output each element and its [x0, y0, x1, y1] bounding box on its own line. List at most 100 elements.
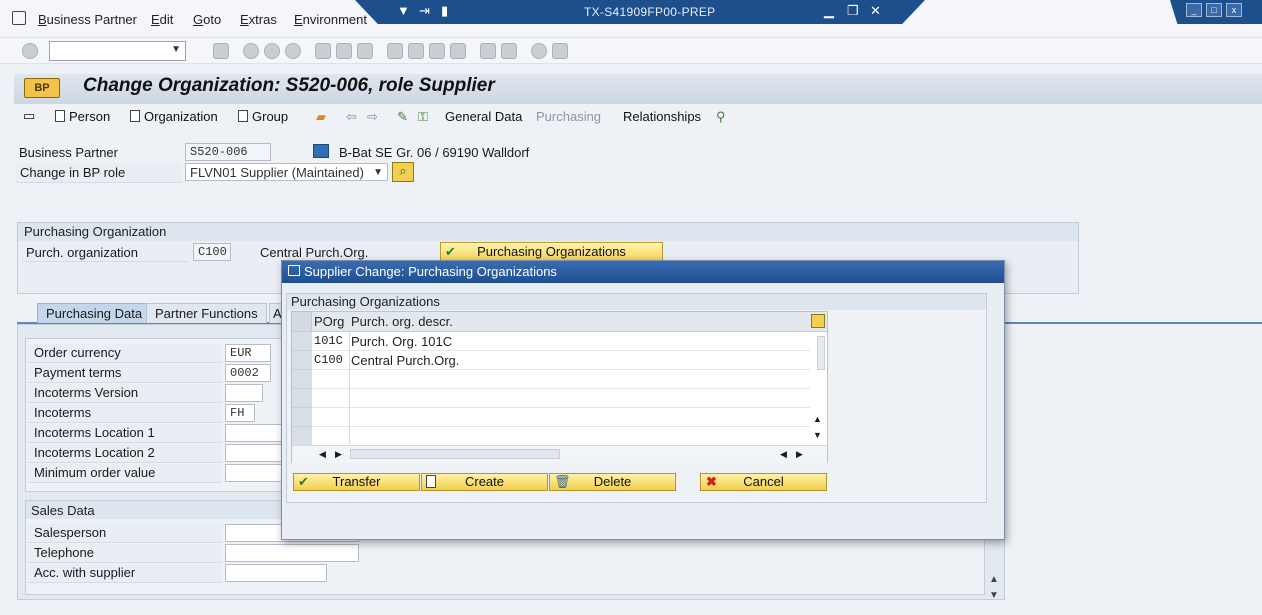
command-field[interactable]: ▼ — [49, 41, 186, 61]
tab-purchasing-data[interactable]: Purchasing Data — [37, 303, 152, 323]
print-icon[interactable] — [315, 43, 331, 59]
edit-toggle-icon[interactable]: ✎ — [397, 109, 408, 125]
organization-button[interactable]: Organization — [130, 109, 218, 124]
select-all-cell[interactable] — [292, 312, 312, 331]
table-row[interactable]: 101C Purch. Org. 101C — [312, 332, 810, 351]
menu-environment[interactable]: Environment — [294, 12, 367, 27]
business-partner-field[interactable]: S520-006 — [185, 143, 271, 161]
relationship-icon[interactable]: ⚲ — [716, 109, 726, 125]
bp-role-label: Change in BP role — [20, 165, 126, 180]
row-selector[interactable] — [292, 351, 312, 370]
next-page-icon[interactable] — [429, 43, 445, 59]
row-selector[interactable] — [292, 370, 312, 389]
purchasing-field-input[interactable] — [225, 464, 285, 482]
table-row[interactable] — [312, 370, 810, 389]
first-page-icon[interactable] — [387, 43, 403, 59]
bp-role-select[interactable]: FLVN01 Supplier (Maintained) ▼ — [185, 163, 388, 181]
toggle-icon[interactable]: ▭ — [23, 108, 35, 124]
menu-edit[interactable]: Edit — [151, 12, 173, 27]
menu-extras[interactable]: Extras — [240, 12, 277, 27]
shortcut-icon[interactable] — [501, 43, 517, 59]
table-row[interactable] — [312, 427, 810, 446]
purchasing-field-input[interactable] — [225, 424, 285, 442]
scroll-right-icon[interactable]: ▶ — [335, 449, 342, 460]
outer-minimize-icon[interactable]: _ — [1186, 3, 1202, 17]
group-button[interactable]: Group — [238, 109, 288, 124]
row-selector[interactable] — [292, 408, 312, 427]
arrow-right-icon[interactable]: ⇨ — [367, 109, 378, 125]
vertical-scroll-thumb[interactable] — [817, 336, 825, 370]
table-row[interactable] — [312, 389, 810, 408]
chevron-down-icon[interactable]: ▼ — [171, 44, 181, 55]
open-folder-icon[interactable]: ▰ — [316, 109, 326, 125]
chevron-down-icon[interactable]: ▼ — [373, 165, 383, 180]
restore-icon[interactable]: ❐ — [847, 3, 859, 19]
purchasing-field-input[interactable]: 0002 — [225, 364, 271, 382]
row-selector[interactable] — [292, 332, 312, 351]
transaction-icon[interactable]: BP — [24, 78, 60, 98]
enter-icon[interactable] — [22, 43, 38, 59]
general-data-button[interactable]: General Data — [445, 109, 522, 124]
scroll-left-icon[interactable]: ◀ — [319, 449, 326, 460]
close-icon[interactable]: ✕ — [870, 3, 881, 19]
scroll-up-icon[interactable]: ▲ — [813, 414, 822, 424]
back-icon[interactable] — [243, 43, 259, 59]
purchasing-field-input[interactable]: EUR — [225, 344, 271, 362]
table-row[interactable] — [312, 408, 810, 427]
help-icon[interactable] — [531, 43, 547, 59]
cancel-button[interactable]: ✖ Cancel — [700, 473, 827, 491]
column-porg[interactable]: POrg — [314, 314, 344, 329]
find-icon[interactable] — [336, 43, 352, 59]
new-session-icon[interactable] — [480, 43, 496, 59]
scroll-down-icon[interactable]: ▼ — [813, 430, 822, 440]
cancel-icon[interactable] — [285, 43, 301, 59]
menu-goto[interactable]: Goto — [193, 12, 221, 27]
purchasing-organizations-button[interactable]: ✔ Purchasing Organizations — [440, 242, 663, 262]
purchasing-field-input[interactable] — [225, 384, 263, 402]
search-role-icon[interactable]: ⌕ — [392, 162, 414, 182]
table-settings-icon[interactable] — [811, 314, 825, 328]
purchasing-field-label: Order currency — [34, 345, 121, 360]
purchasing-field-input[interactable] — [225, 444, 285, 462]
window-title: TX-S41909FP00-PREP — [584, 5, 716, 19]
tab-partner-functions[interactable]: Partner Functions — [146, 303, 267, 323]
pin-icon[interactable]: ⇥ — [419, 3, 430, 19]
scroll-right-icon[interactable]: ▶ — [796, 449, 803, 460]
scroll-left-icon[interactable]: ◀ — [780, 449, 787, 460]
horizontal-scroll-thumb[interactable] — [350, 449, 560, 459]
exit-icon[interactable] — [264, 43, 280, 59]
transfer-button[interactable]: ✔ Transfer — [293, 473, 420, 491]
arrow-left-icon[interactable]: ⇦ — [346, 109, 357, 125]
menu-icon[interactable] — [12, 11, 26, 25]
previous-page-icon[interactable] — [408, 43, 424, 59]
column-descr[interactable]: Purch. org. descr. — [351, 314, 453, 329]
layout-icon[interactable] — [552, 43, 568, 59]
porg-cell[interactable]: 101C — [314, 334, 343, 348]
lock-icon[interactable]: ⚿ — [418, 109, 428, 125]
purchasing-button[interactable]: Purchasing — [536, 109, 601, 124]
create-button[interactable]: Create — [421, 473, 548, 491]
scroll-down-icon[interactable]: ▼ — [989, 590, 999, 601]
outer-close-icon[interactable]: x — [1226, 3, 1242, 17]
delete-button[interactable]: 🗑 Delete — [549, 473, 676, 491]
outer-maximize-icon[interactable]: □ — [1206, 3, 1222, 17]
row-selector[interactable] — [292, 389, 312, 408]
last-page-icon[interactable] — [450, 43, 466, 59]
save-icon[interactable] — [213, 43, 229, 59]
person-button[interactable]: Person — [55, 109, 110, 124]
porg-cell[interactable]: C100 — [314, 353, 343, 367]
sales-field-input[interactable] — [225, 564, 327, 582]
menu-business-partner[interactable]: Business Partner — [38, 12, 137, 27]
table-row[interactable]: C100 Central Purch.Org. — [312, 351, 810, 370]
find-next-icon[interactable] — [357, 43, 373, 59]
dropdown-icon[interactable]: ▼ — [397, 3, 410, 18]
purch-org-field[interactable]: C100 — [193, 243, 231, 261]
row-selector[interactable] — [292, 427, 312, 446]
purchasing-field-input[interactable]: FH — [225, 404, 255, 422]
minimize-icon[interactable]: ▁ — [824, 3, 834, 19]
document-icon — [426, 475, 436, 488]
scroll-up-icon[interactable]: ▲ — [989, 574, 999, 585]
bp-role-value: FLVN01 Supplier (Maintained) — [190, 165, 364, 180]
sales-field-input[interactable] — [225, 544, 359, 562]
relationships-button[interactable]: Relationships — [623, 109, 701, 124]
